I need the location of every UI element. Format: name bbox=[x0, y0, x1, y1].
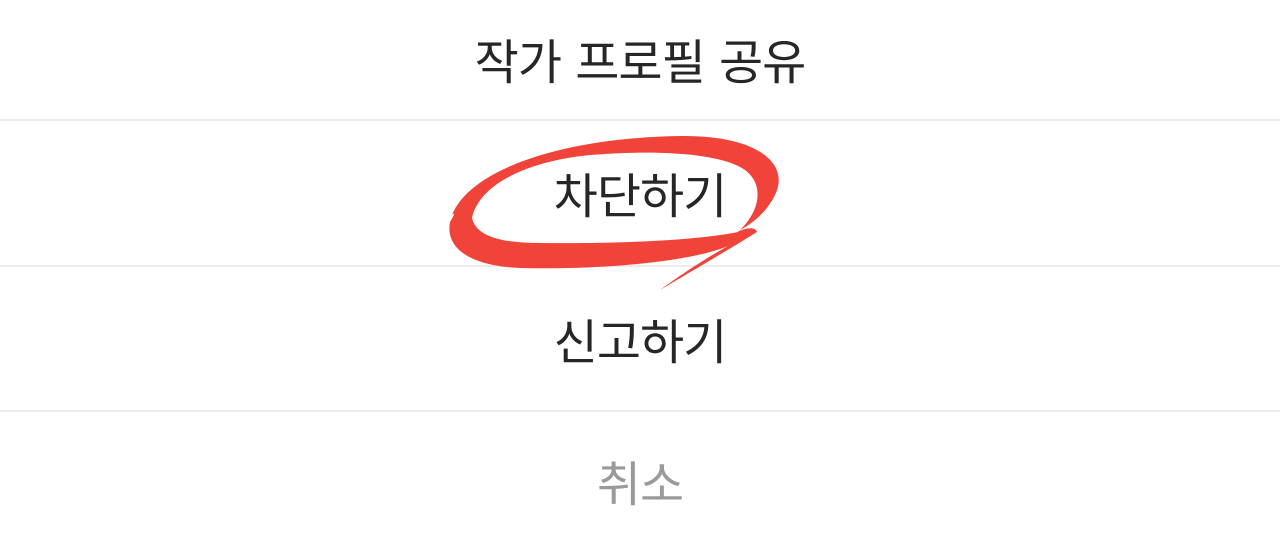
block-label: 차단하기 bbox=[553, 169, 728, 225]
cancel-label: 취소 bbox=[596, 456, 684, 513]
share-artist-profile-label: 작가 프로필 공유 bbox=[474, 35, 807, 91]
report-button[interactable]: 신고하기 bbox=[0, 268, 1280, 411]
divider bbox=[0, 410, 1280, 412]
divider bbox=[0, 265, 1280, 267]
divider bbox=[0, 119, 1280, 121]
report-label: 신고하기 bbox=[553, 314, 728, 371]
action-sheet: 작가 프로필 공유 차단하기 신고하기 취소 bbox=[0, 0, 1280, 550]
block-button[interactable]: 차단하기 bbox=[0, 122, 1280, 266]
cancel-button[interactable]: 취소 bbox=[0, 413, 1280, 550]
share-artist-profile-button[interactable]: 작가 프로필 공유 bbox=[0, 0, 1280, 120]
